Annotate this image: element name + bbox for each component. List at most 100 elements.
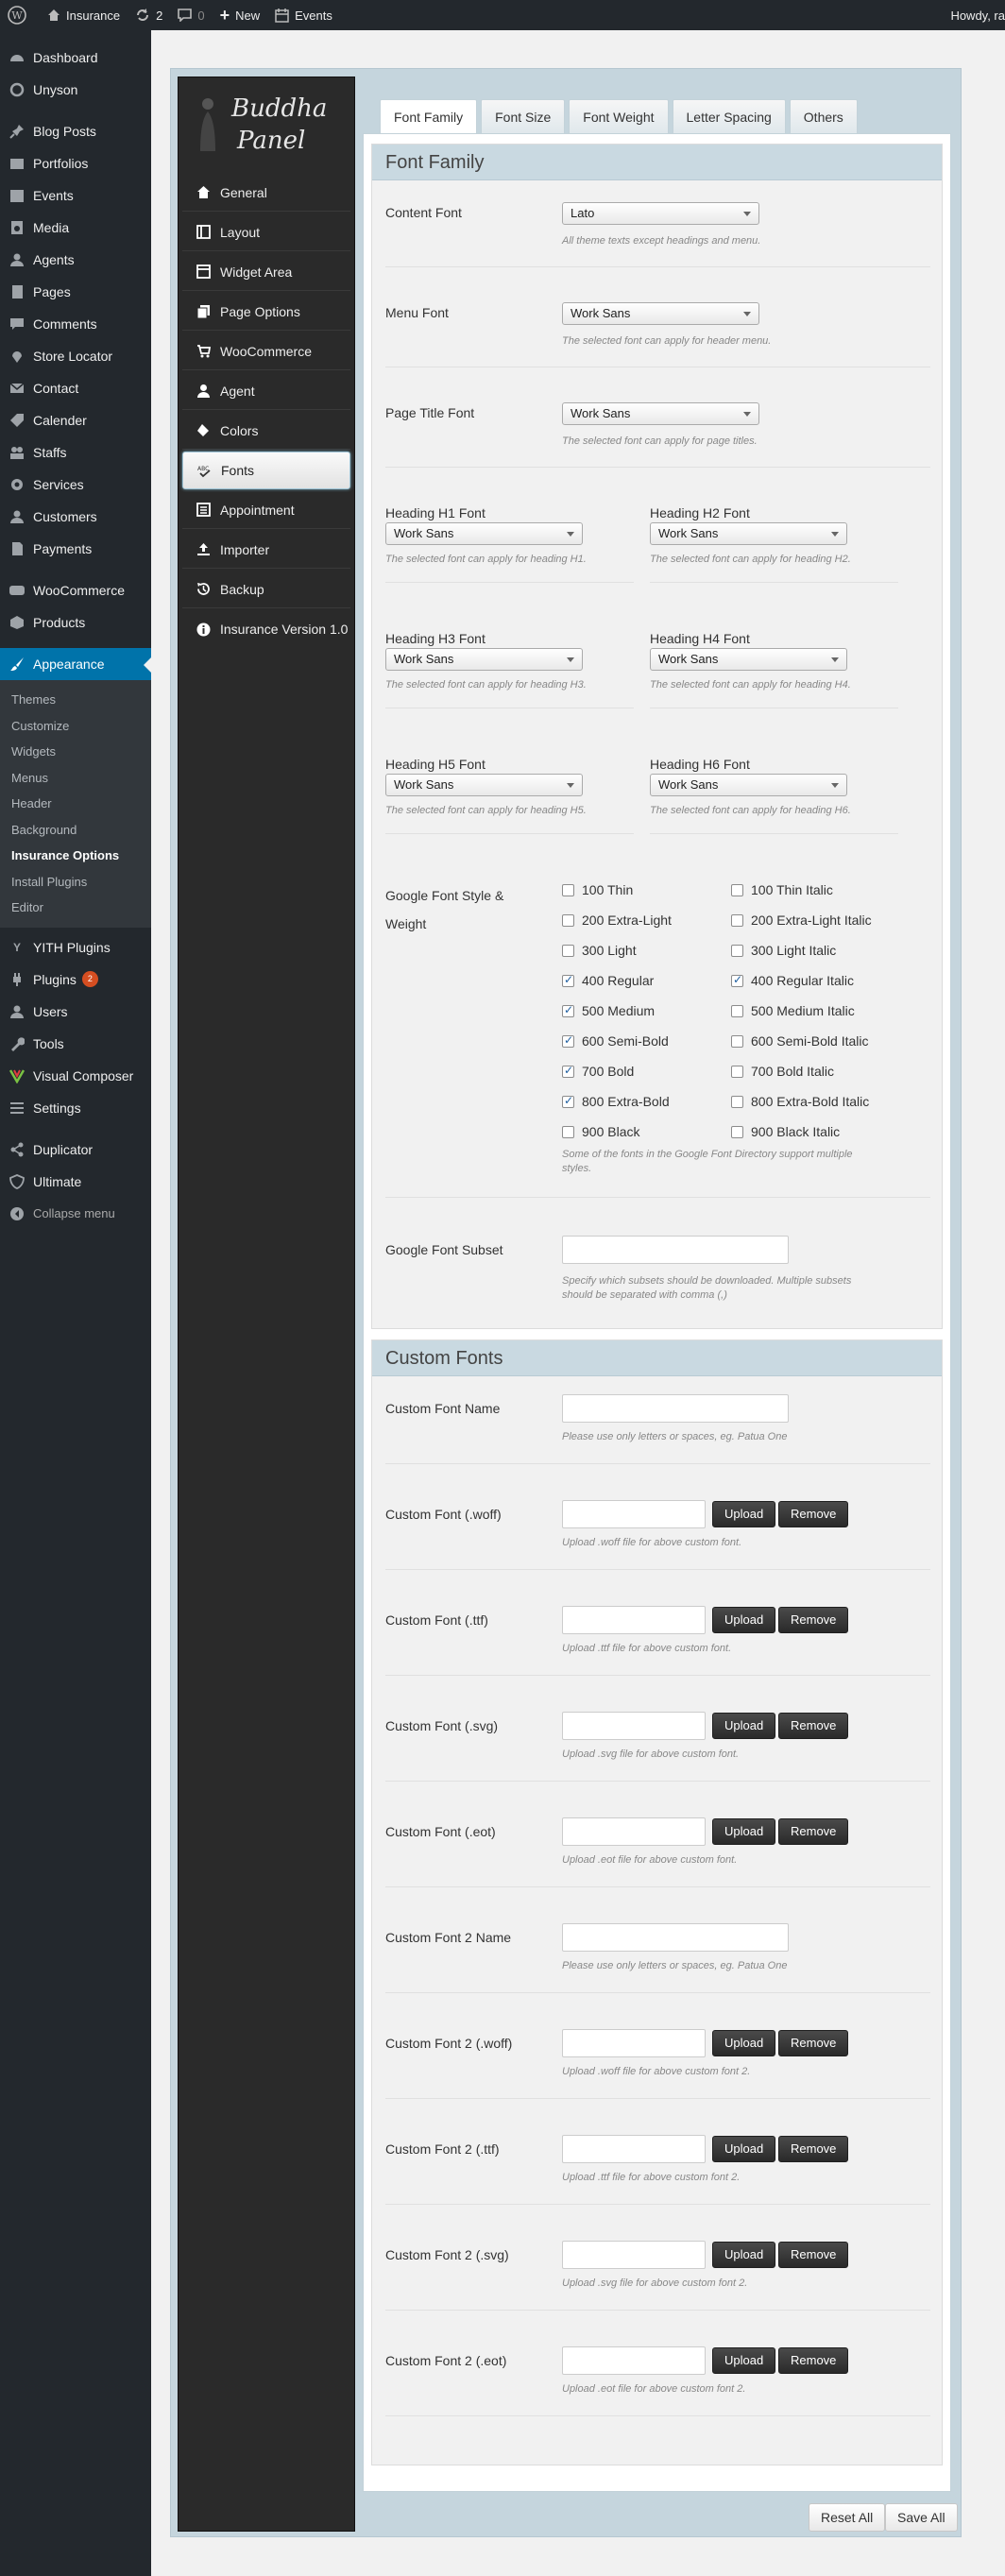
remove-button[interactable]: Remove (778, 1501, 849, 1527)
custom-font-name-input[interactable] (562, 1923, 789, 1952)
weight-option[interactable]: 300 Light (562, 943, 637, 958)
upload-button[interactable]: Upload (712, 1818, 776, 1845)
h1-font-select[interactable]: Work Sans (385, 522, 583, 545)
custom-font-file-input[interactable] (562, 1712, 706, 1740)
submenu-install-plugins[interactable]: Install Plugins (0, 869, 151, 896)
menu-ultimate[interactable]: Ultimate (0, 1166, 151, 1198)
upload-button[interactable]: Upload (712, 1501, 776, 1527)
panel-nav-page-options[interactable]: Page Options (182, 293, 350, 331)
weight-checkbox[interactable] (562, 1003, 574, 1017)
upload-button[interactable]: Upload (712, 2242, 776, 2268)
submenu-customize[interactable]: Customize (0, 713, 151, 740)
tab-others[interactable]: Others (789, 99, 858, 133)
remove-button[interactable]: Remove (778, 1607, 849, 1633)
weight-option[interactable]: 100 Thin (562, 882, 633, 897)
submenu-widgets[interactable]: Widgets (0, 739, 151, 765)
menu-contact[interactable]: Contact (0, 372, 151, 404)
panel-nav-fonts[interactable]: ABC Fonts (182, 452, 350, 489)
tab-font-family[interactable]: Font Family (380, 99, 478, 135)
menu-users[interactable]: Users (0, 996, 151, 1028)
menu-font-select[interactable]: Work Sans (562, 302, 759, 325)
panel-nav-importer[interactable]: Importer (182, 531, 350, 569)
tab-font-size[interactable]: Font Size (481, 99, 566, 133)
weight-checkbox[interactable] (731, 1065, 743, 1078)
menu-services[interactable]: Services (0, 469, 151, 501)
upload-button[interactable]: Upload (712, 2030, 776, 2056)
panel-nav-backup[interactable]: Backup (182, 571, 350, 608)
weight-checkbox[interactable] (562, 1033, 574, 1048)
custom-font-file-input[interactable] (562, 2241, 706, 2269)
tab-letter-spacing[interactable]: Letter Spacing (672, 99, 786, 133)
weight-option[interactable]: 700 Bold (562, 1064, 634, 1079)
save-all-button[interactable]: Save All (885, 2503, 958, 2532)
menu-yith-plugins[interactable]: Y YITH Plugins (0, 931, 151, 964)
upload-button[interactable]: Upload (712, 2136, 776, 2162)
panel-nav-appointment[interactable]: Appointment (182, 491, 350, 529)
submenu-editor[interactable]: Editor (0, 895, 151, 921)
menu-settings[interactable]: Settings (0, 1092, 151, 1124)
subset-input[interactable] (562, 1236, 789, 1264)
weight-option[interactable]: 300 Light Italic (731, 943, 836, 958)
menu-dashboard[interactable]: Dashboard (0, 42, 151, 74)
menu-store-locator[interactable]: Store Locator (0, 340, 151, 372)
upload-button[interactable]: Upload (712, 2347, 776, 2374)
menu-events[interactable]: Events (0, 179, 151, 212)
remove-button[interactable]: Remove (778, 2242, 849, 2268)
weight-option[interactable]: 800 Extra-Bold (562, 1094, 670, 1109)
h2-font-select[interactable]: Work Sans (650, 522, 847, 545)
weight-checkbox[interactable] (562, 1125, 574, 1138)
weight-option[interactable]: 800 Extra-Bold Italic (731, 1094, 869, 1109)
comments-link[interactable]: 0 (170, 0, 212, 30)
h4-font-select[interactable]: Work Sans (650, 648, 847, 671)
weight-option[interactable]: 900 Black Italic (731, 1124, 840, 1139)
weight-option[interactable]: 600 Semi-Bold (562, 1033, 669, 1049)
submenu-insurance-options[interactable]: Insurance Options (0, 843, 151, 869)
weight-checkbox[interactable] (731, 1125, 743, 1138)
custom-font-file-input[interactable] (562, 2029, 706, 2057)
custom-font-file-input[interactable] (562, 2346, 706, 2375)
wordpress-logo[interactable]: W (0, 0, 40, 30)
weight-checkbox[interactable] (562, 1094, 574, 1108)
menu-customers[interactable]: Customers (0, 501, 151, 533)
weight-option[interactable]: 200 Extra-Light (562, 913, 672, 928)
custom-font-file-input[interactable] (562, 2135, 706, 2163)
updates-link[interactable]: 2 (128, 0, 170, 30)
weight-checkbox[interactable] (731, 944, 743, 957)
menu-portfolios[interactable]: Portfolios (0, 147, 151, 179)
panel-nav-general[interactable]: General (182, 174, 350, 212)
panel-nav-widget-area[interactable]: Widget Area (182, 253, 350, 291)
menu-appearance[interactable]: Appearance (0, 648, 151, 680)
menu-duplicator[interactable]: Duplicator (0, 1134, 151, 1166)
weight-checkbox[interactable] (731, 913, 743, 927)
menu-plugins[interactable]: Plugins 2 (0, 964, 151, 996)
menu-products[interactable]: Products (0, 606, 151, 639)
custom-font-name-input[interactable] (562, 1394, 789, 1423)
weight-option[interactable]: 700 Bold Italic (731, 1064, 834, 1079)
weight-option[interactable]: 400 Regular Italic (731, 973, 854, 988)
weight-option[interactable]: 500 Medium (562, 1003, 655, 1018)
submenu-themes[interactable]: Themes (0, 687, 151, 713)
remove-button[interactable]: Remove (778, 1818, 849, 1845)
h5-font-select[interactable]: Work Sans (385, 774, 583, 796)
new-content-link[interactable]: + New (213, 0, 268, 30)
menu-blog-posts[interactable]: Blog Posts (0, 115, 151, 147)
my-account-link[interactable]: Howdy, ra (943, 0, 1005, 30)
h3-font-select[interactable]: Work Sans (385, 648, 583, 671)
weight-option[interactable]: 400 Regular (562, 973, 654, 988)
panel-nav-woocommerce[interactable]: WooCommerce (182, 333, 350, 370)
menu-visual-composer[interactable]: Visual Composer (0, 1060, 151, 1092)
weight-checkbox[interactable] (731, 1095, 743, 1108)
menu-pages[interactable]: Pages (0, 276, 151, 308)
tab-font-weight[interactable]: Font Weight (569, 99, 669, 133)
panel-nav-layout[interactable]: Layout (182, 213, 350, 251)
menu-comments[interactable]: Comments (0, 308, 151, 340)
menu-staffs[interactable]: Staffs (0, 436, 151, 469)
custom-font-file-input[interactable] (562, 1817, 706, 1846)
menu-tools[interactable]: Tools (0, 1028, 151, 1060)
weight-checkbox[interactable] (562, 1064, 574, 1078)
reset-all-button[interactable]: Reset All (809, 2503, 886, 2532)
site-name-link[interactable]: Insurance (40, 0, 128, 30)
remove-button[interactable]: Remove (778, 2030, 849, 2056)
weight-checkbox[interactable] (731, 973, 743, 987)
weight-checkbox[interactable] (562, 973, 574, 987)
